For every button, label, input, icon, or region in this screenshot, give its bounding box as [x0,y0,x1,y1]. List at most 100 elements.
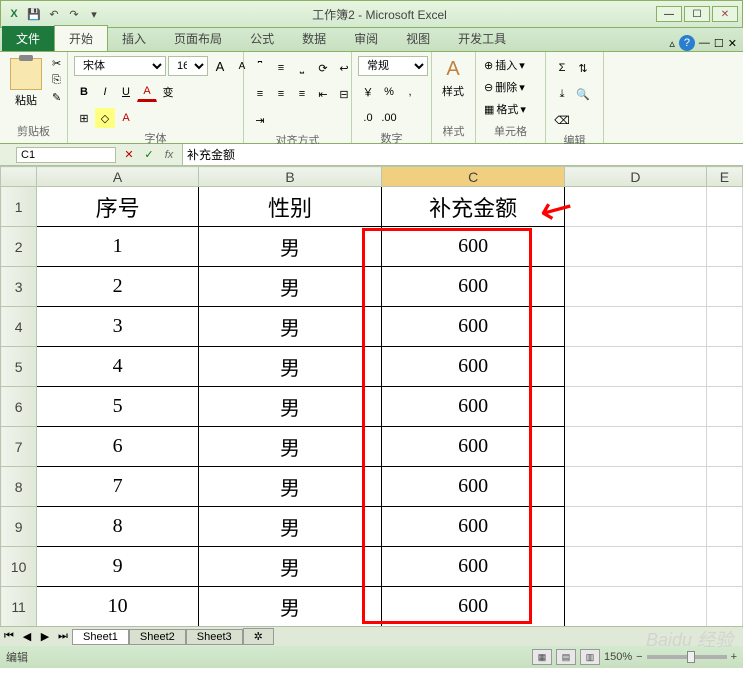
cell[interactable] [565,587,707,627]
align-top-button[interactable]: ⎴ [250,58,270,78]
paste-button[interactable]: 粘贴 [6,56,46,110]
cell[interactable]: 600 [382,467,565,507]
border-button[interactable]: ⊞ [74,108,94,128]
fill-button[interactable]: ⤓ [552,84,572,104]
cell[interactable]: 600 [382,267,565,307]
cell[interactable]: 600 [382,227,565,267]
cell[interactable]: 2 [37,267,199,307]
zoom-out-button[interactable]: − [636,651,642,663]
cut-button[interactable]: ✂ [50,56,63,71]
insert-cells-button[interactable]: ⊕插入▾ [482,56,527,74]
cell[interactable] [706,547,742,587]
row-header[interactable]: 5 [1,347,37,387]
sort-button[interactable]: ⇅ [573,58,593,78]
cell[interactable]: 600 [382,347,565,387]
cell[interactable] [565,387,707,427]
comma-button[interactable]: , [400,82,420,102]
cell[interactable]: 600 [382,547,565,587]
view-tab[interactable]: 视图 [392,26,444,51]
sheet-nav-first[interactable]: ⏮ [0,628,18,646]
cell[interactable]: 男 [199,387,382,427]
cell[interactable]: 7 [37,467,199,507]
cell[interactable] [565,267,707,307]
sheet-tab-1[interactable]: Sheet1 [72,629,129,645]
row-header[interactable]: 6 [1,387,37,427]
cell[interactable] [565,227,707,267]
doc-restore-icon[interactable]: ☐ [714,37,724,50]
col-header-b[interactable]: B [199,167,382,187]
cell[interactable] [706,587,742,627]
increase-font-button[interactable]: A [210,56,230,76]
cell[interactable]: 男 [199,427,382,467]
normal-view-button[interactable]: ▦ [532,649,552,665]
data-tab[interactable]: 数据 [288,26,340,51]
format-painter-button[interactable]: ✎ [50,90,63,105]
sheet-tab-2[interactable]: Sheet2 [129,629,186,645]
minimize-ribbon-icon[interactable]: ▵ [669,37,675,50]
row-header[interactable]: 8 [1,467,37,507]
insert-tab[interactable]: 插入 [108,26,160,51]
row-header[interactable]: 3 [1,267,37,307]
cell[interactable] [706,307,742,347]
number-format-select[interactable]: 常规 [358,56,428,76]
confirm-button[interactable]: ✓ [140,146,158,164]
row-header[interactable]: 9 [1,507,37,547]
cell[interactable] [565,187,707,227]
cell[interactable] [565,347,707,387]
row-header[interactable]: 2 [1,227,37,267]
cell[interactable]: 序号 [37,187,199,227]
cell[interactable] [706,427,742,467]
review-tab[interactable]: 审阅 [340,26,392,51]
increase-indent-button[interactable]: ⇥ [250,110,270,130]
percent-button[interactable]: % [379,82,399,102]
spreadsheet-grid[interactable]: A B C D E 1 序号 性别 补充金额 2 1 男 600 3 2 男 6… [0,166,743,626]
cell[interactable]: 男 [199,307,382,347]
cell[interactable]: 男 [199,467,382,507]
align-right-button[interactable]: ≡ [292,84,312,104]
page-layout-view-button[interactable]: ▤ [556,649,576,665]
redo-button[interactable]: ↷ [65,5,83,23]
cell[interactable] [565,307,707,347]
maximize-button[interactable]: ☐ [684,6,710,22]
cell[interactable]: 600 [382,587,565,627]
col-header-a[interactable]: A [37,167,199,187]
currency-button[interactable]: ￥ [358,82,378,102]
file-tab[interactable]: 文件 [2,26,54,51]
cell[interactable]: 男 [199,227,382,267]
fx-button[interactable]: fx [160,146,178,164]
fill-color-button[interactable]: ◇ [95,108,115,128]
page-layout-tab[interactable]: 页面布局 [160,26,236,51]
zoom-in-button[interactable]: + [731,651,737,663]
decrease-indent-button[interactable]: ⇤ [313,84,333,104]
developer-tab[interactable]: 开发工具 [444,26,520,51]
qat-more[interactable]: ▾ [85,5,103,23]
cell[interactable]: 600 [382,427,565,467]
wrap-text-button[interactable]: ↩ [334,58,354,78]
align-middle-button[interactable]: ≡ [271,58,291,78]
home-tab[interactable]: 开始 [54,25,108,51]
cell[interactable] [706,267,742,307]
save-button[interactable]: 💾 [25,5,43,23]
font-color-button[interactable]: A [137,82,157,102]
name-box[interactable] [16,147,116,163]
orientation-button[interactable]: ⟳ [313,58,333,78]
sheet-nav-prev[interactable]: ◀ [18,628,36,646]
zoom-slider[interactable] [647,655,727,659]
cell[interactable] [706,467,742,507]
italic-button[interactable]: I [95,82,115,102]
cell[interactable] [706,387,742,427]
cell[interactable]: 男 [199,547,382,587]
minimize-button[interactable]: ― [656,6,682,22]
help-icon[interactable]: ? [679,35,695,51]
doc-min-icon[interactable]: ― [699,37,710,49]
cell[interactable] [565,427,707,467]
close-button[interactable]: ✕ [712,6,738,22]
select-all-corner[interactable] [1,167,37,187]
cell[interactable] [565,547,707,587]
clear-button[interactable]: ⌫ [552,110,572,130]
cell[interactable]: 1 [37,227,199,267]
cell[interactable]: 性别 [199,187,382,227]
sheet-nav-next[interactable]: ▶ [36,628,54,646]
cell[interactable]: 600 [382,307,565,347]
cell[interactable]: 男 [199,587,382,627]
